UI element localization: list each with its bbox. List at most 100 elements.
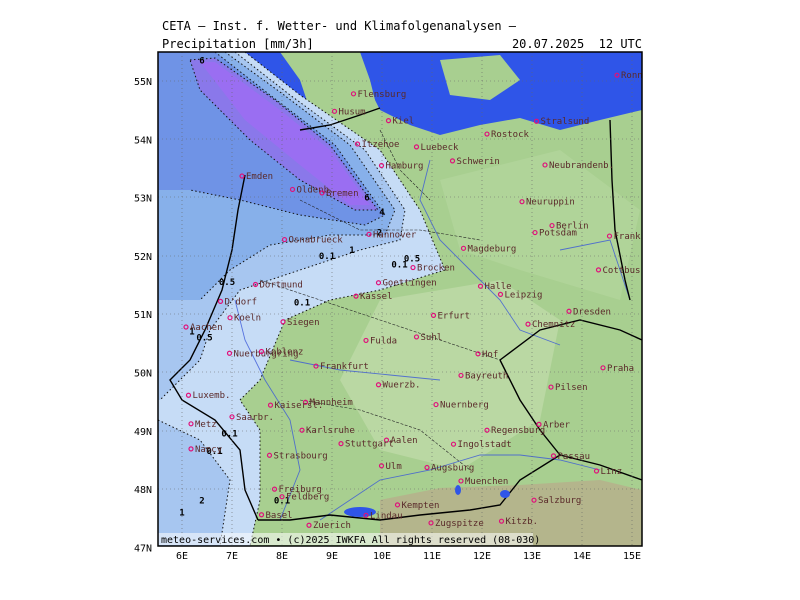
lon-tick-label: 7E bbox=[226, 551, 238, 562]
lat-tick-label: 54N bbox=[134, 135, 152, 146]
city-label: Siegen bbox=[287, 318, 320, 328]
city-label: Hamburg bbox=[386, 162, 424, 172]
city-marker: Potsdam bbox=[532, 229, 577, 239]
city-label: Kassel bbox=[360, 292, 393, 302]
city-marker: Koblenz bbox=[258, 348, 303, 358]
contour-value-label: 0.5 bbox=[219, 278, 235, 288]
city-marker: Erfurt bbox=[430, 311, 470, 321]
city-label: Leipzig bbox=[505, 290, 543, 300]
city-marker: Dresden bbox=[566, 307, 611, 317]
city-marker: Osnabrueck bbox=[281, 236, 344, 246]
city-label: Frankfurt/O. bbox=[614, 232, 679, 242]
city-label: Potsdam bbox=[539, 229, 577, 239]
contour-value-label: 6 bbox=[199, 57, 204, 67]
city-marker: Strasbourg bbox=[266, 451, 328, 461]
city-marker: Goettingen bbox=[375, 279, 437, 289]
city-label: Ulm bbox=[386, 462, 402, 472]
lat-tick-label: 52N bbox=[134, 252, 152, 263]
contour-value-label: 6 bbox=[364, 194, 369, 204]
city-label: Nancy bbox=[195, 445, 223, 455]
city-label: Kiel bbox=[393, 117, 415, 127]
city-marker: Frankfurt/O. bbox=[606, 232, 679, 242]
lake-chiemsee bbox=[500, 490, 510, 498]
latitude-labels: 55N 54N 53N 52N 51N 50N 49N 48N 47N bbox=[134, 77, 152, 554]
city-label: Aachen bbox=[190, 323, 223, 333]
city-label: Karlsruhe bbox=[306, 426, 355, 436]
lon-tick-label: 8E bbox=[276, 551, 288, 562]
city-marker: Kaisersl. bbox=[267, 401, 324, 411]
city-label: Augsburg bbox=[431, 464, 474, 474]
city-label: Arber bbox=[543, 420, 571, 430]
city-marker: Pilsen bbox=[548, 383, 588, 393]
city-marker: Ingolstadt bbox=[450, 440, 512, 450]
city-label: Brocken bbox=[417, 264, 455, 274]
city-marker: Itzehoe bbox=[354, 140, 399, 150]
city-marker: Kempten bbox=[394, 501, 440, 511]
city-marker: Schwerin bbox=[449, 157, 500, 167]
city-label: D'dorf bbox=[225, 297, 258, 307]
city-label: Kaisersl. bbox=[275, 401, 324, 411]
lon-tick-label: 9E bbox=[326, 551, 338, 562]
city-label: Frankfurt bbox=[320, 362, 369, 372]
city-label: Koeln bbox=[234, 314, 261, 324]
city-label: Kitzb. bbox=[506, 517, 539, 527]
city-label: Pilsen bbox=[555, 383, 588, 393]
city-marker: Brocken bbox=[410, 264, 455, 274]
city-marker: Lindau bbox=[363, 511, 403, 521]
contour-value-label: 0.1 bbox=[294, 298, 310, 308]
lat-tick-label: 51N bbox=[134, 310, 152, 321]
city-marker: Feldberg bbox=[279, 493, 329, 503]
city-label: Saarbr. bbox=[236, 413, 274, 423]
city-marker: Zuerich bbox=[306, 521, 351, 531]
city-marker: D'dorf bbox=[217, 297, 258, 307]
city-label: Aalen bbox=[391, 436, 418, 446]
city-marker: Siegen bbox=[280, 318, 320, 328]
city-label: Cottbus bbox=[603, 266, 641, 276]
city-marker: Rostock bbox=[484, 130, 530, 140]
city-label: Lindau bbox=[370, 511, 403, 521]
city-label: Passau bbox=[558, 452, 591, 462]
city-label: Stuttgart bbox=[345, 440, 394, 450]
contour-value-label: 1 bbox=[349, 246, 354, 256]
city-label: Strasbourg bbox=[274, 451, 328, 461]
city-marker: Salzburg bbox=[531, 496, 581, 506]
city-marker: Magdeburg bbox=[460, 244, 517, 254]
city-marker: Augsburg bbox=[424, 464, 474, 474]
city-label: Bayreuth bbox=[465, 371, 508, 381]
city-marker: Neuruppin bbox=[519, 198, 575, 208]
city-label: Kempten bbox=[402, 501, 440, 511]
city-marker: Saarbr. bbox=[229, 413, 274, 423]
city-label: Nuernberg bbox=[440, 401, 489, 411]
city-label: Rostock bbox=[491, 130, 530, 140]
city-marker: Karlsruhe bbox=[299, 426, 355, 436]
city-marker: Neubrandenb. bbox=[542, 161, 614, 171]
city-label: Magdeburg bbox=[468, 244, 517, 254]
city-marker: Flensburg bbox=[350, 90, 406, 100]
city-label: Emden bbox=[246, 172, 273, 182]
city-label: Dresden bbox=[573, 307, 611, 317]
city-label: Basel bbox=[266, 511, 293, 521]
city-label: Stralsund bbox=[541, 117, 590, 127]
city-label: Feldberg bbox=[286, 493, 329, 503]
city-marker: Dortmund bbox=[252, 280, 303, 290]
lake-ammersee bbox=[455, 485, 461, 495]
contour-value-label: 0.1 bbox=[221, 430, 237, 440]
city-label: Linz bbox=[601, 467, 623, 477]
city-marker: Nuernberg bbox=[433, 401, 489, 411]
city-marker: Luxemb. bbox=[185, 391, 230, 401]
city-label: Bremen bbox=[326, 189, 359, 199]
longitude-labels: 6E 7E 8E 9E 10E 11E 12E 13E 14E 15E bbox=[176, 551, 641, 562]
city-marker: Cottbus bbox=[595, 266, 641, 276]
city-marker: Aachen bbox=[183, 323, 223, 333]
city-marker: Stuttgart bbox=[338, 440, 394, 450]
lat-tick-label: 47N bbox=[134, 543, 152, 554]
city-label: Wuerzb. bbox=[383, 381, 421, 391]
city-label: Metz bbox=[195, 420, 217, 430]
city-label: Neuruppin bbox=[526, 198, 575, 208]
city-label: Osnabrueck bbox=[289, 236, 344, 246]
city-marker: Arber bbox=[536, 420, 571, 430]
lat-tick-label: 48N bbox=[134, 485, 152, 496]
lon-tick-label: 6E bbox=[176, 551, 188, 562]
lon-tick-label: 11E bbox=[423, 551, 441, 562]
city-label: Dortmund bbox=[260, 280, 303, 290]
